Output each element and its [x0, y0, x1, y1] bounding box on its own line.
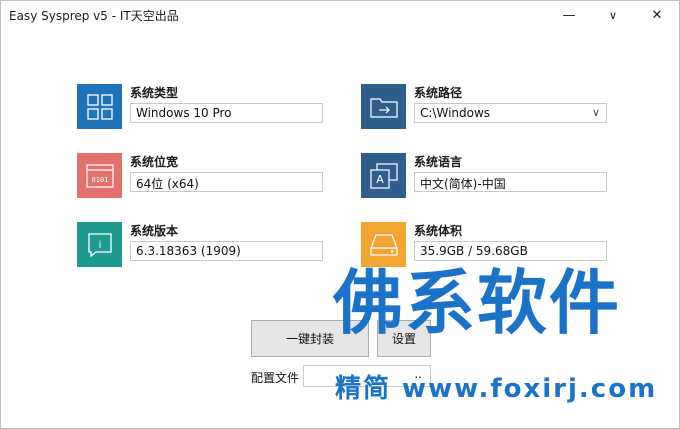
- system-size-label: 系统体积: [414, 224, 463, 238]
- language-A-icon: A: [361, 153, 406, 198]
- system-version-label: 系统版本: [130, 224, 179, 238]
- system-arch-label: 系统位宽: [130, 155, 179, 169]
- system-path-label: 系统路径: [414, 86, 463, 100]
- info-icon: i: [77, 222, 122, 267]
- card-system-arch: 0101 系统位宽 64位 (x64): [77, 153, 325, 198]
- system-size-field[interactable]: 35.9GB / 59.68GB: [414, 241, 607, 261]
- card-system-size: 系统体积 35.9GB / 59.68GB: [361, 222, 609, 267]
- system-language-field[interactable]: 中文(简体)-中国: [414, 172, 607, 192]
- system-type-field[interactable]: Windows 10 Pro: [130, 103, 323, 123]
- system-language-label: 系统语言: [414, 155, 463, 169]
- app-window: Easy Sysprep v5 - IT天空出品 — ∨ ✕ 系统类型 Wind…: [0, 0, 680, 429]
- minimize-button[interactable]: —: [547, 1, 591, 29]
- windows-grid-icon: [77, 84, 122, 129]
- info-icon-text: i: [98, 240, 101, 251]
- system-path-select[interactable]: C:\Windows ∨: [414, 103, 607, 123]
- maximize-button[interactable]: ∨: [591, 1, 635, 29]
- card-system-language: A 系统语言 中文(简体)-中国: [361, 153, 609, 198]
- system-path-value: C:\Windows: [420, 106, 491, 120]
- system-arch-field[interactable]: 64位 (x64): [130, 172, 323, 192]
- card-system-type: 系统类型 Windows 10 Pro: [77, 84, 325, 129]
- card-system-path: 系统路径 C:\Windows ∨: [361, 84, 609, 129]
- watermark-brand: 佛系软件: [333, 262, 621, 344]
- title-bar[interactable]: Easy Sysprep v5 - IT天空出品 — ∨ ✕: [1, 1, 679, 29]
- system-version-field[interactable]: 6.3.18363 (1909): [130, 241, 323, 261]
- binary-0101-icon: 0101: [77, 153, 122, 198]
- window-title: Easy Sysprep v5 - IT天空出品: [9, 9, 179, 23]
- config-file-label: 配置文件: [251, 371, 300, 385]
- close-button[interactable]: ✕: [635, 1, 679, 29]
- binary-icon-text: 0101: [91, 176, 108, 184]
- card-system-version: i 系统版本 6.3.18363 (1909): [77, 222, 325, 267]
- watermark-subtitle: 精简 www.foxirj.com: [335, 374, 658, 404]
- language-icon-text: A: [376, 173, 384, 186]
- hard-drive-icon: [361, 222, 406, 267]
- chevron-down-icon[interactable]: ∨: [592, 106, 600, 119]
- system-type-label: 系统类型: [130, 86, 179, 100]
- folder-arrow-icon: [361, 84, 406, 129]
